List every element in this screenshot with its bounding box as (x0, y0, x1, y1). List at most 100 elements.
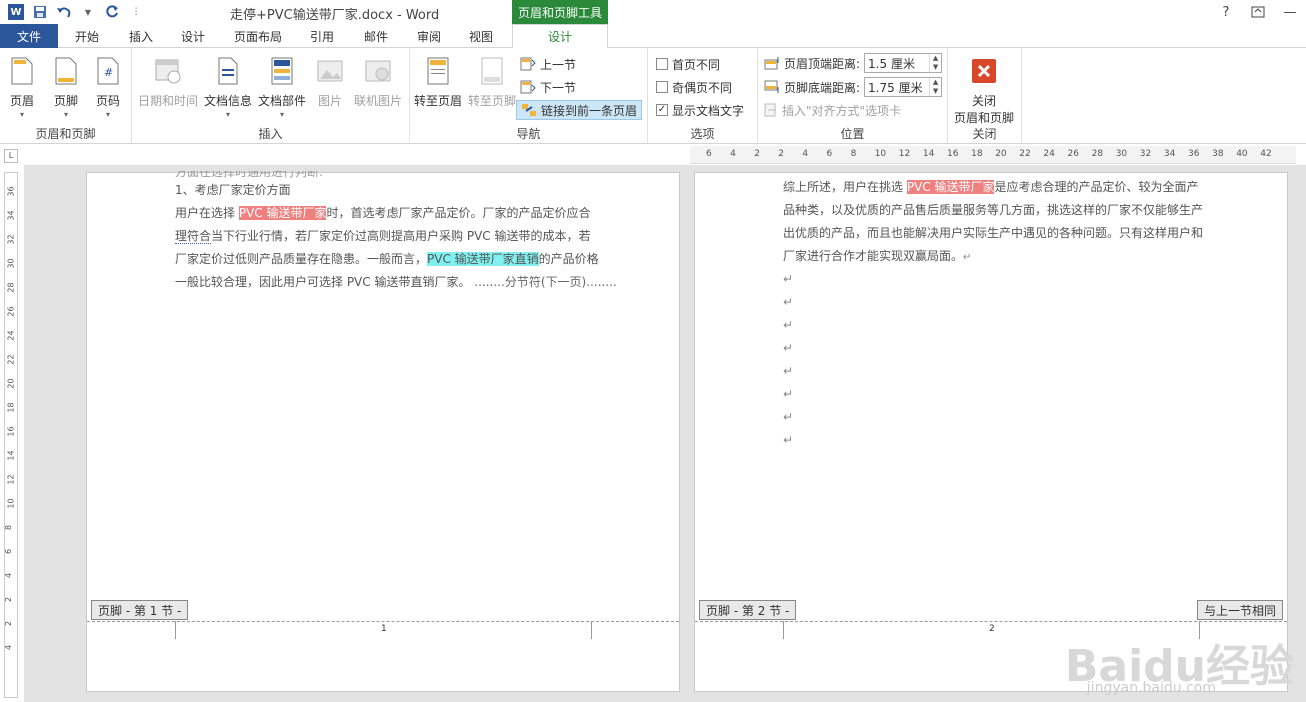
group-label-options: 选项 (690, 127, 715, 141)
paragraph-mark: ↵ (783, 341, 794, 355)
tab-hf-design[interactable]: 设计 (512, 24, 608, 49)
paragraph-mark: ↵ (783, 295, 794, 309)
group-insert: 日期和时间 文档信息 ▾ 文档部件 ▾ 图片 联机图片 插入 (132, 48, 410, 144)
ruler-number: 12 (898, 149, 911, 159)
minimize-button[interactable]: — (1274, 0, 1306, 24)
header-distance-input[interactable]: 1.5 厘米 ▲ ▼ (864, 53, 943, 73)
ruler-number: 38 (1212, 149, 1224, 159)
ruler-number: 16 (947, 149, 959, 159)
tab-review[interactable]: 审阅 (406, 24, 452, 48)
ruler-number: 28 (6, 282, 16, 293)
ruler-number: 14 (922, 149, 935, 159)
undo-dropdown-icon[interactable]: ▼ (78, 2, 98, 22)
header-icon (8, 54, 36, 88)
different-first-page-checkbox[interactable]: 首页不同 (656, 54, 720, 74)
ruler-number: 42 (1260, 149, 1272, 159)
tab-references[interactable]: 引用 (298, 24, 346, 48)
vertical-ruler[interactable]: 36 34 32 30 28 26 24 22 20 18 16 14 12 10 8 6 4 2 2 4 (4, 172, 18, 698)
undo-icon[interactable] (54, 2, 74, 22)
goto-footer-button[interactable]: 转至页脚 (468, 54, 516, 109)
ruler-number: 14 (6, 450, 16, 461)
ruler-number: 32 (1139, 149, 1152, 159)
page-2[interactable]: 综上所述，用户在挑选 PVC 输送带厂家是应考虑合理的产品定价、较为全面产 品种… (694, 172, 1288, 692)
ruler-number: 22 (1019, 149, 1031, 159)
paragraph-mark: ↵ (783, 364, 794, 378)
insert-alignment-tab-button[interactable]: 插入"对齐方式"选项卡 (764, 100, 901, 120)
close-header-footer-button[interactable]: 关闭 页眉和页脚 (954, 54, 1014, 126)
goto-footer-icon (478, 54, 506, 88)
datetime-button[interactable]: 日期和时间 (138, 54, 198, 109)
page-number-button[interactable]: # 页码 ▾ (94, 54, 122, 119)
margin-mark-right (591, 621, 592, 639)
online-picture-button[interactable]: 联机图片 (354, 54, 402, 109)
page2-line-1: 综上所述，用户在挑选 PVC 输送带厂家是应考虑合理的产品定价、较为全面产 (783, 180, 1199, 194)
paragraph-mark: ↵ (783, 433, 794, 447)
ribbon-display-button[interactable] (1242, 0, 1274, 24)
link-to-previous-button[interactable]: 链接到前一条页眉 (516, 100, 643, 120)
ruler-number: 10 (6, 498, 16, 509)
header-button[interactable]: 页眉 ▾ (8, 54, 36, 119)
footer-distance-input[interactable]: 1.75 厘米 ▲ ▼ (864, 77, 943, 97)
page-1[interactable]: 方面在选择时通用进行判断: 1、考虑厂家定价方面 用户在选择 PVC 输送带厂家… (86, 171, 680, 692)
next-section-button[interactable]: 下一节 (520, 77, 576, 97)
group-label-close: 关闭 (972, 127, 997, 141)
footer-button[interactable]: 页脚 ▾ (52, 54, 80, 119)
ruler-number: 22 (6, 354, 16, 365)
paragraph-mark: ↵ (783, 387, 794, 401)
goto-header-button[interactable]: 转至页眉 (414, 54, 462, 109)
help-button[interactable]: ? (1210, 0, 1242, 24)
close-icon (970, 54, 998, 88)
show-document-text-checkbox[interactable]: ✓ 显示文档文字 (656, 100, 744, 120)
tab-view[interactable]: 视图 (458, 24, 504, 48)
highlight-red: PVC 输送带厂家 (906, 180, 995, 194)
tab-home[interactable]: 开始 (62, 24, 112, 48)
same-as-previous-tag: 与上一节相同 (1196, 600, 1283, 620)
window-buttons: ? — (1210, 0, 1306, 24)
group-label-navigation: 导航 (516, 127, 541, 141)
margin-mark-left (175, 621, 176, 639)
different-odd-even-checkbox[interactable]: 奇偶页不同 (656, 77, 732, 97)
prev-section-button[interactable]: 上一节 (520, 54, 576, 74)
group-close: 关闭 页眉和页脚 关闭 (948, 48, 1022, 144)
tab-design[interactable]: 设计 (170, 24, 216, 48)
horizontal-ruler[interactable]: 6 4 2 2 4 6 8 10 12 14 16 18 20 22 24 26 28 30 32 34 36 38 40 4… (690, 146, 1296, 164)
docparts-icon (268, 54, 296, 88)
tab-file[interactable]: 文件 (0, 24, 58, 48)
page-number[interactable]: 1 (381, 624, 387, 634)
paragraph-mark: ↵ (783, 318, 794, 332)
customize-qat-icon[interactable]: ⫶ (126, 2, 146, 22)
tab-insert[interactable]: 插入 (116, 24, 166, 48)
group-header-footer: 页眉 ▾ 页脚 ▾ # 页码 ▾ 页眉和页脚 (0, 48, 132, 144)
quick-access-toolbar: W ▼ ⫶ (6, 2, 146, 22)
ruler-number: 12 (6, 474, 16, 485)
ruler-number: 30 (6, 258, 16, 269)
footer-distance-spinner[interactable]: ▲ ▼ (929, 78, 941, 96)
tab-mailings[interactable]: 邮件 (352, 24, 400, 48)
tab-page-layout[interactable]: 页面布局 (224, 24, 292, 48)
group-position: 页眉顶端距离: 1.5 厘米 ▲ ▼ 页脚底端距离: 1.75 厘米 ▲ ▼ 插入"… (758, 48, 948, 144)
ruler-number: 36 (1188, 149, 1200, 159)
header-distance-spinner[interactable]: ▲ ▼ (929, 54, 941, 72)
page-number[interactable]: 2 (989, 624, 995, 634)
ruler-number: 2 (4, 596, 14, 603)
paragraph-mark: ↵ (783, 272, 794, 286)
page1-line-3: 厂家定价过低则产品质量存在隐患。一般而言，PVC 输送带厂家直销的产品价格 (175, 252, 599, 266)
calendar-icon (154, 54, 182, 88)
ribbon: 页眉 ▾ 页脚 ▾ # 页码 ▾ 页眉和页脚 日期和时间 文档信息 ▾ 文档部件 ▾ 图片 (0, 48, 1306, 144)
ruler-number: 10 (874, 149, 887, 159)
tab-selector[interactable]: L (4, 149, 18, 163)
ruler-number: 26 (1067, 149, 1079, 159)
docinfo-button[interactable]: 文档信息 ▾ (204, 54, 252, 119)
next-section-icon (520, 80, 536, 94)
save-icon[interactable] (30, 2, 50, 22)
redo-icon[interactable] (102, 2, 122, 22)
picture-button[interactable]: 图片 (316, 54, 344, 109)
footer-section-tag: 页脚 - 第 2 节 - (699, 600, 797, 620)
docparts-button[interactable]: 文档部件 ▾ (258, 54, 306, 119)
ribbon-tab-row: 文件 开始 插入 设计 页面布局 引用 邮件 审阅 视图 设计 (0, 24, 1306, 49)
ruler-number: 4 (4, 644, 14, 651)
highlight-cyan: PVC 输送带厂家直销 (427, 252, 539, 266)
ruler-number: 16 (6, 426, 16, 437)
footer-distance-icon (764, 80, 779, 93)
prev-section-icon (520, 57, 536, 71)
